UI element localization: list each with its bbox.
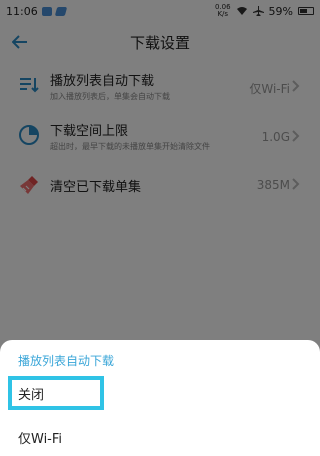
option-wifi-only[interactable]: 仅Wi-Fi bbox=[8, 420, 308, 454]
option-label: 关闭 bbox=[18, 387, 45, 403]
bottom-sheet: 播放列表自动下载 关闭 仅Wi-Fi bbox=[0, 340, 320, 456]
option-label: 仅Wi-Fi bbox=[18, 431, 63, 447]
sheet-title: 播放列表自动下载 bbox=[18, 354, 115, 368]
option-off[interactable]: 关闭 bbox=[8, 376, 308, 410]
